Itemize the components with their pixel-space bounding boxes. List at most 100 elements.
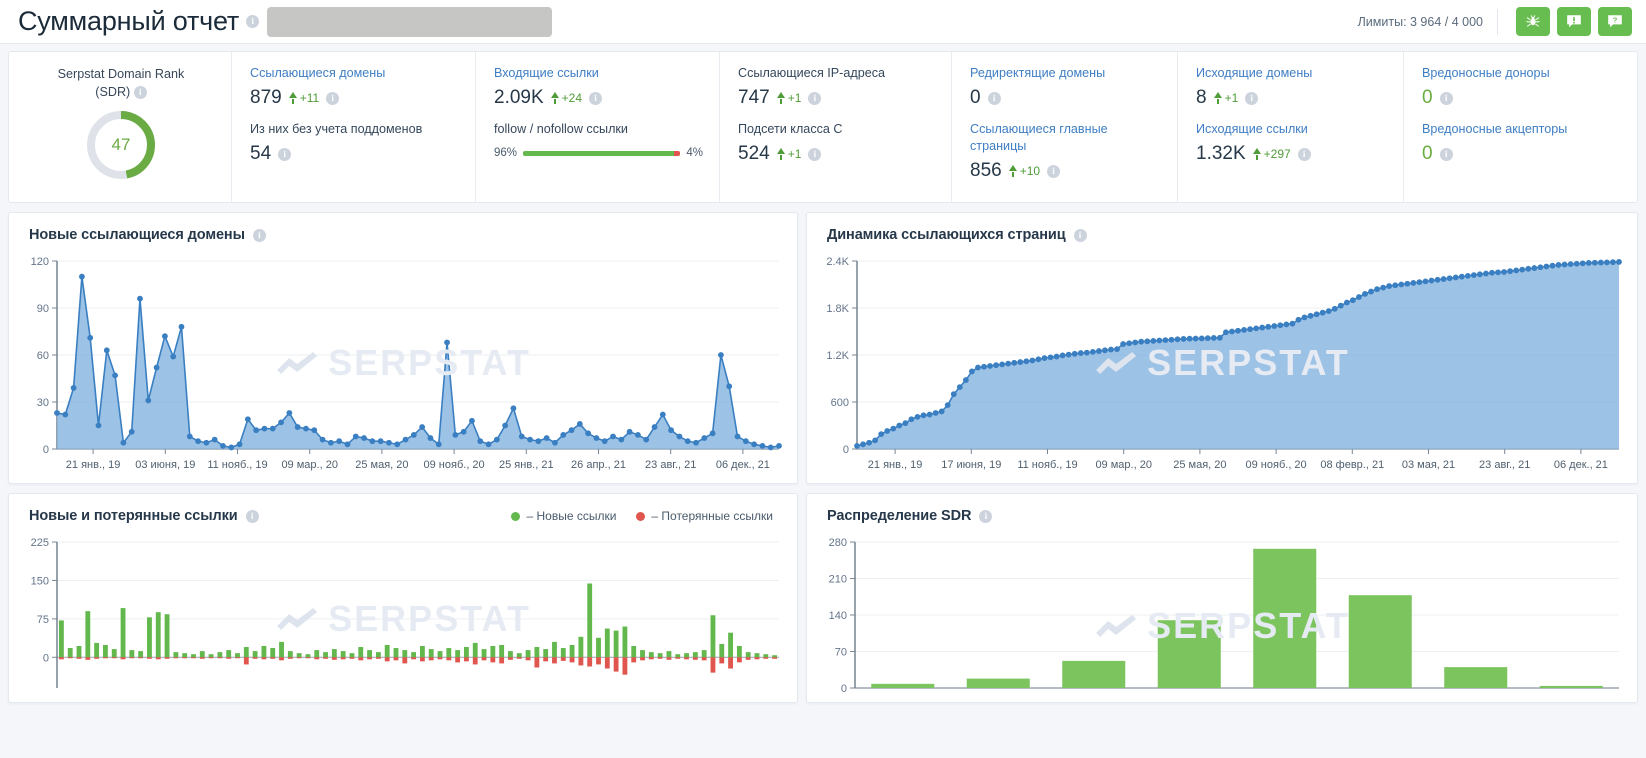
spider-icon-button[interactable] [1516,7,1550,36]
svg-text:0: 0 [843,444,849,456]
info-icon[interactable]: i [808,147,822,161]
svg-text:08 февр., 21: 08 февр., 21 [1320,459,1384,471]
info-icon[interactable]: i [1047,164,1061,178]
svg-text:26 апр., 21: 26 апр., 21 [571,459,626,471]
svg-text:09 нояб., 20: 09 нояб., 20 [1246,459,1307,471]
svg-text:30: 30 [37,397,49,409]
kpi-sub-delta-value: +10 [1019,164,1041,178]
limits-label: Лимиты: 3 964 / 4 000 [1357,14,1483,29]
kpi-label[interactable]: Исходящие домены [1196,65,1387,82]
kpi-value: 0 [970,87,981,108]
info-icon[interactable]: i [252,228,266,242]
kpi-sub-label: Подсети класса C [738,122,843,136]
kpi-sub-block: Исходящие ссылки 1.32K +297 i [1196,121,1387,167]
kpi-label[interactable]: Редиректящие домены [970,65,1161,82]
domain-input-redacted[interactable] [267,6,553,37]
legend-dot-green-icon [511,511,521,521]
charts-row-1: Новые ссылающиеся домены i SERPSTAT 0 30 6… [0,203,1646,484]
info-icon[interactable]: i [133,86,147,100]
kpi-sub-block: Вредоносные акцепторы 0 i [1422,121,1615,167]
sdr-gauge-wrap: 47 [27,107,215,183]
info-icon[interactable]: i [278,147,292,161]
nofollow-link[interactable]: nofollow [537,122,583,136]
card-header: Новые ссылающиеся домены i [9,213,797,243]
info-icon[interactable]: i [987,91,1001,105]
legend-label: – Новые ссылки [526,509,617,523]
sdr-label: Serpstat Domain Rank (SDR) i [27,65,215,101]
kpi-sub-block: follow / nofollow ссылки 96% 4% [494,121,703,159]
svg-text:25 мая, 20: 25 мая, 20 [1173,459,1226,471]
svg-text:09 мар., 20: 09 мар., 20 [281,459,338,471]
svg-text:1.8K: 1.8K [826,303,849,315]
kpi-sub-value: 524 [738,143,770,164]
sdr-label-line1: Serpstat Domain Rank [57,67,185,81]
info-icon[interactable]: i [589,91,603,105]
kpi-label[interactable]: Вредоносные доноры [1422,65,1615,82]
info-icon[interactable]: i [1245,91,1259,105]
svg-text:25 мая, 20: 25 мая, 20 [355,459,408,471]
kpi-sub-label[interactable]: Исходящие ссылки [1196,121,1387,138]
follow-percent: 96% [494,147,518,159]
kpi-sub-value-row: 524 +1 i [738,141,935,167]
kpi-summary-strip: Serpstat Domain Rank (SDR) i 47 Ссылающи… [8,51,1638,203]
follow-link[interactable]: follow [494,122,526,136]
kpi-backlinks: Входящие ссылки 2.09K +24 i follow / nof… [475,52,719,202]
kpi-value-row: 0 i [1422,85,1615,111]
kpi-sub-value-row: 856 +10 i [970,158,1161,184]
arrow-up-icon [1252,147,1261,160]
help-button[interactable]: ? [1598,7,1632,36]
svg-text:70: 70 [835,647,847,659]
card-referring-pages-dynamics: Динамика ссылающихся страниц i SERPSTAT … [806,212,1638,484]
kpi-sub-value: 54 [250,143,272,164]
kpi-sub-block: Ссылающиеся главные страницы 856 +10 i [970,121,1161,184]
svg-text:280: 280 [829,537,847,549]
kpi-referring-domains: Ссылающиеся домены 879 +11 i Из них без … [231,52,475,202]
follow-segment [523,150,675,156]
page-title: Суммарный отчет [18,6,240,36]
kpi-malicious: Вредоносные доноры 0 i Вредоносные акцеп… [1403,52,1631,202]
suffix: ссылки [582,122,628,136]
kpi-sub-delta-value: +297 [1263,147,1291,161]
info-icon[interactable]: i [1297,147,1311,161]
legend-dot-red-icon [636,511,646,521]
info-icon[interactable]: i [1439,91,1453,105]
info-icon[interactable]: i [245,509,259,523]
info-icon[interactable]: i [979,509,993,523]
svg-text:140: 140 [829,610,847,622]
kpi-label[interactable]: Ссылающиеся домены [250,65,459,82]
arrow-up-icon [776,147,785,160]
info-icon[interactable]: i [246,15,260,28]
svg-text:60: 60 [37,350,49,362]
kpi-referring-ips: Ссылающиеся IP-адреса 747 +1 i Подсети к… [719,52,951,202]
info-icon[interactable]: i [808,91,822,105]
svg-text:600: 600 [831,397,849,409]
plot-svg: 0 600 1.2K 1.8K 2.4K 21 янв., 19 17 июня, 19 11… [826,256,1622,471]
kpi-value-row: 747 +1 i [738,85,935,111]
kpi-sub-value: 1.32K [1196,143,1246,164]
arrow-up-icon [1008,164,1017,177]
svg-text:?: ? [1613,16,1618,25]
svg-text:210: 210 [829,574,847,586]
kpi-label[interactable]: Входящие ссылки [494,65,703,82]
plot-svg: 0 75 150 225 [31,537,779,688]
feedback-button[interactable] [1557,7,1591,36]
kpi-value: 747 [738,87,770,108]
kpi-sub-delta: +10 [1008,164,1041,178]
svg-text:120: 120 [31,256,49,268]
follow-nofollow-bar [523,150,681,156]
legend-item-new-links[interactable]: – Новые ссылки [511,509,616,523]
legend-item-lost-links[interactable]: – Потерянные ссылки [636,509,773,523]
kpi-sub-label[interactable]: Вредоносные акцепторы [1422,121,1615,138]
kpi-value-row: 879 +11 i [250,85,459,111]
svg-text:23 авг., 21: 23 авг., 21 [1479,459,1530,471]
info-icon[interactable]: i [326,91,340,105]
kpi-sub-label[interactable]: Ссылающиеся главные страницы [970,121,1161,155]
info-icon[interactable]: i [1073,228,1087,242]
legend-label: – Потерянные ссылки [651,509,773,523]
kpi-outgoing-domains: Исходящие домены 8 +1 i Исходящие ссылки… [1177,52,1403,202]
svg-text:21 янв., 19: 21 янв., 19 [868,459,923,471]
card-title: Динамика ссылающихся страниц [827,227,1066,243]
kpi-sub-block: Из них без учета поддоменов 54 i [250,121,459,167]
info-icon[interactable]: i [1439,147,1453,161]
svg-text:11 нояб., 19: 11 нояб., 19 [207,459,267,471]
